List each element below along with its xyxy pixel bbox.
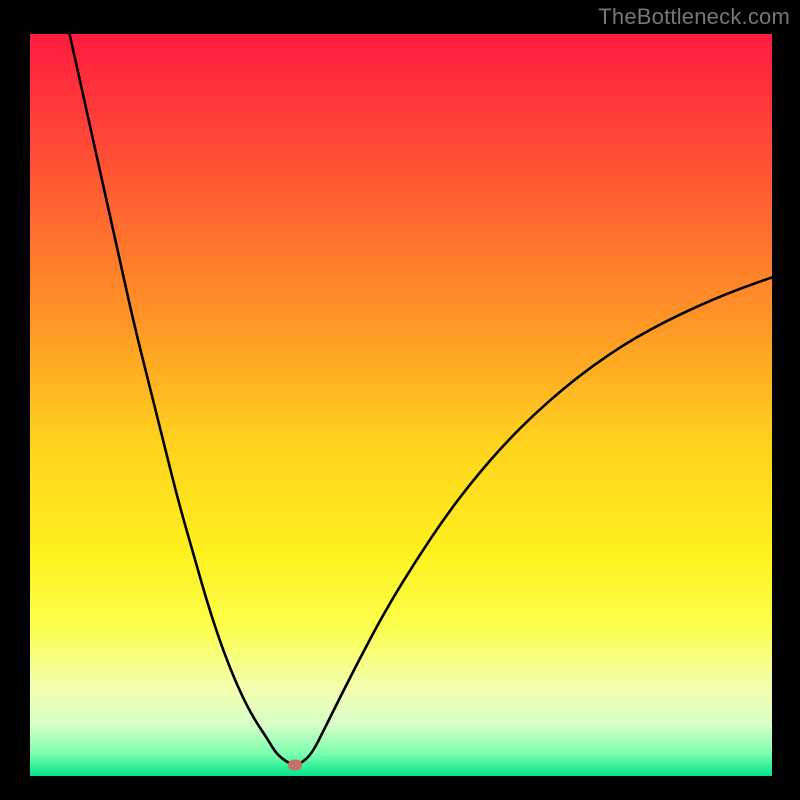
attribution-text: TheBottleneck.com (598, 4, 790, 30)
plot-area (30, 34, 772, 776)
optimal-point-marker (288, 759, 302, 770)
chart-frame: TheBottleneck.com (0, 0, 800, 800)
plot-svg (30, 34, 772, 776)
gradient-background (30, 34, 772, 776)
